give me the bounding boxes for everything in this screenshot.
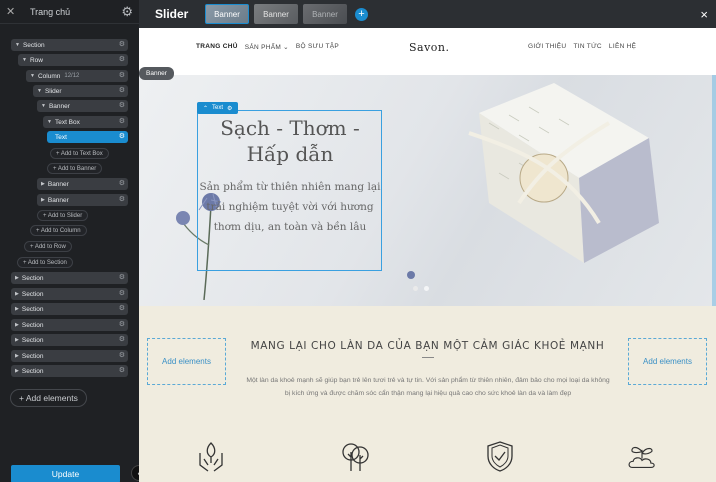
gear-icon: ⚙ [118, 180, 125, 187]
site-header: TRANG CHỦ SẢN PHẨM ⌄ BỘ SƯU TẬP Savon. G… [139, 28, 716, 75]
tab-banner-2[interactable]: Banner [254, 4, 298, 24]
tab-banner-1[interactable]: Banner [205, 4, 249, 24]
tree-node-section[interactable]: ▶ Section ⚙ [11, 272, 128, 284]
nav-link-contact[interactable]: LIÊN HỆ [609, 43, 636, 50]
resize-handle[interactable] [712, 75, 716, 306]
tree-node-banner[interactable]: ▶ Banner ⚙ [37, 178, 128, 190]
nav-link-home[interactable]: TRANG CHỦ [196, 43, 238, 51]
tree-node-section[interactable]: ▶ Section ⚙ [11, 334, 128, 346]
tab-banner-3[interactable]: Banner [303, 4, 347, 24]
nav-link-collection[interactable]: BỘ SƯU TẬP [296, 43, 339, 51]
tree-node-section[interactable]: ▶ Section ⚙ [11, 319, 128, 331]
tree-node-banner[interactable]: ▼ Banner ⚙ [37, 100, 128, 112]
tree-node-section[interactable]: ▶ Section ⚙ [11, 288, 128, 300]
gear-icon[interactable]: ⚙ [121, 4, 133, 20]
close-icon[interactable]: × [700, 7, 708, 22]
add-to-column-button[interactable]: + Add to Column [30, 225, 87, 236]
gear-icon: ⚙ [118, 41, 125, 48]
tree-node-banner[interactable]: ▶ Banner ⚙ [37, 194, 128, 206]
preview-canvas: TRANG CHỦ SẢN PHẨM ⌄ BỘ SƯU TẬP Savon. G… [139, 28, 716, 482]
slider-dot[interactable] [424, 286, 429, 291]
site-logo[interactable]: Savon. [409, 41, 450, 54]
sprout-cloud-icon [628, 446, 655, 469]
slider-toolbar: Slider Banner Banner Banner + × [139, 0, 716, 28]
tree-node-text[interactable]: Text ⚙ [47, 131, 128, 143]
add-elements-placeholder-right[interactable]: Add elements [628, 338, 707, 385]
section-heading: MANG LẠI CHO LÀN DA CỦA BẠN MỘT CẢM GIÁC… [250, 340, 605, 352]
nav-link-about[interactable]: GIỚI THIỆU [528, 43, 566, 50]
shield-check-icon [487, 441, 513, 472]
gear-icon: ⚙ [118, 72, 125, 79]
gear-icon: ⚙ [118, 102, 125, 109]
gear-icon: ⚙ [118, 290, 125, 297]
divider [422, 357, 434, 358]
add-elements-placeholder-left[interactable]: Add elements [147, 338, 226, 385]
tree-node-column[interactable]: ▼ Column 12/12 ⚙ [26, 70, 128, 82]
slider-dot[interactable] [413, 286, 418, 291]
add-to-slider-button[interactable]: + Add to Slider [37, 210, 89, 221]
soap-product-image [468, 83, 659, 263]
tree-node-section[interactable]: ▼ Section ⚙ [11, 39, 128, 51]
nav-link-products[interactable]: SẢN PHẨM ⌄ [245, 43, 289, 51]
slider-dots [413, 286, 429, 291]
tree-node-slider[interactable]: ▼ Slider ⚙ [33, 85, 128, 97]
gear-icon: ⚙ [118, 196, 125, 203]
tree-node-text-box[interactable]: ▼ Text Box ⚙ [43, 116, 128, 128]
nav-right: GIỚI THIỆU TIN TỨC LIÊN HỆ [528, 43, 636, 50]
hero-heading[interactable]: Sạch - Thơm - Hấp dẫn [199, 115, 381, 167]
tree-node-section[interactable]: ▶ Section ⚙ [11, 350, 128, 362]
gear-icon: ⚙ [118, 133, 125, 140]
hero-banner[interactable]: Banner ⌃ Text ⚙ Sạch - Thơm - Hấp dẫn Sả… [139, 67, 716, 306]
chevron-up-icon[interactable]: ⌃ [203, 105, 208, 112]
add-banner-icon[interactable]: + [355, 7, 368, 21]
nav-link-news[interactable]: TIN TỨC [573, 43, 601, 50]
gear-icon: ⚙ [118, 274, 125, 281]
text-element-tag[interactable]: ⌃ Text ⚙ [197, 102, 239, 114]
gear-icon: ⚙ [118, 321, 125, 328]
update-button[interactable]: Update [11, 465, 120, 482]
tree-node-section[interactable]: ▶ Section ⚙ [11, 365, 128, 377]
add-elements-button[interactable]: + Add elements [10, 389, 87, 407]
hero-paragraph[interactable]: Sản phẩm từ thiên nhiên mang lại trải ng… [199, 177, 381, 237]
builder-sidebar: ✕ Trang chủ ⚙ ▼ Section ⚙ ▼ Row ⚙ ▼ Column 12/… [0, 0, 139, 482]
add-to-section-button[interactable]: + Add to Section [17, 257, 73, 268]
gear-icon: ⚙ [118, 305, 125, 312]
tree-node-section[interactable]: ▶ Section ⚙ [11, 303, 128, 315]
add-to-banner-button[interactable]: + Add to Banner [47, 163, 103, 174]
gear-icon: ⚙ [118, 352, 125, 359]
nav-left: TRANG CHỦ SẢN PHẨM ⌄ BỘ SƯU TẬP [196, 43, 339, 51]
page-title: Trang chủ [30, 6, 71, 17]
trees-icon [342, 443, 369, 471]
close-icon[interactable]: ✕ [6, 5, 22, 18]
page-builder: ✕ Trang chủ ⚙ ▼ Section ⚙ ▼ Row ⚙ ▼ Column 12/… [0, 0, 716, 482]
toolbar-title: Slider [155, 7, 189, 21]
flower-small-image [407, 271, 415, 279]
gear-icon: ⚙ [118, 118, 125, 125]
add-to-row-button[interactable]: + Add to Row [24, 241, 72, 252]
gear-icon[interactable]: ⚙ [227, 105, 232, 112]
banner-tag[interactable]: Banner [139, 67, 174, 80]
hands-leaf-icon [199, 442, 223, 472]
sidebar-header: ✕ Trang chủ ⚙ [0, 0, 139, 24]
gear-icon: ⚙ [118, 56, 125, 63]
add-to-text-box-button[interactable]: + Add to Text Box [50, 148, 109, 159]
section-paragraph: Một làn da khoẻ mạnh sẽ giúp bạn trẻ lên… [246, 377, 610, 397]
tree-node-row[interactable]: ▼ Row ⚙ [18, 54, 128, 66]
gear-icon: ⚙ [118, 87, 125, 94]
gear-icon: ⚙ [118, 336, 125, 343]
benefits-section[interactable]: Add elements Add elements MANG LẠI CHO L… [139, 306, 716, 482]
gear-icon: ⚙ [118, 367, 125, 374]
